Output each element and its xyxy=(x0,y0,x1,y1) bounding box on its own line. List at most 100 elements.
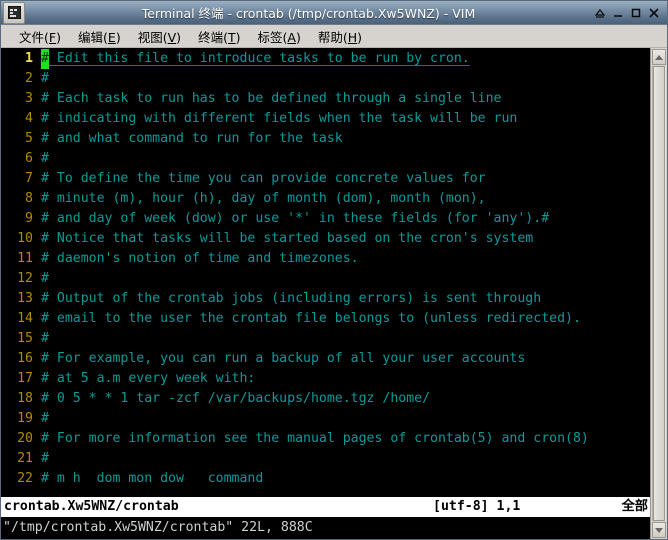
editor-line[interactable]: 19 # xyxy=(1,409,650,429)
line-text: # xyxy=(41,271,49,286)
menu-label-view: 视图 xyxy=(137,29,163,45)
editor-line[interactable]: 9 # and day of week (dow) or use '*' in t… xyxy=(1,209,650,229)
line-text: # Edit this file to introduce tasks to b… xyxy=(33,49,470,69)
editor-line[interactable]: 3 # Each task to run has to be defined th… xyxy=(1,89,650,109)
line-number: 16 xyxy=(17,351,33,366)
menu-item-view[interactable]: 视图(V) xyxy=(130,26,190,47)
line-text: # xyxy=(41,331,49,346)
editor-line[interactable]: 22 # m h dom mon dow command xyxy=(1,469,650,489)
editor-line[interactable]: 13 # Output of the crontab jobs (includin… xyxy=(1,289,650,309)
line-text: # Notice that tasks will be started base… xyxy=(41,231,534,246)
line-text: # and what command to run for the task xyxy=(41,131,343,146)
menu-label-tabs: 标签 xyxy=(257,29,283,45)
menu-item-edit[interactable]: 编辑(E) xyxy=(70,26,130,47)
line-number: 20 xyxy=(17,431,33,446)
menu-mnemonic-view: V xyxy=(167,29,177,45)
editor-line[interactable]: 2 # xyxy=(1,69,650,89)
line-text: # and day of week (dow) or use '*' in th… xyxy=(41,211,550,226)
editor-line[interactable]: 21 # xyxy=(1,449,650,469)
line-number: 15 xyxy=(17,331,33,346)
vim-buffer[interactable]: 1 # Edit this file to introduce tasks to … xyxy=(1,49,650,489)
line-text: # email to the user the crontab file bel… xyxy=(41,311,581,326)
line-number: 18 xyxy=(17,391,33,406)
editor-line[interactable]: 7 # To define the time you can provide co… xyxy=(1,169,650,189)
status-encoding-position: [utf-8] 1,1 xyxy=(433,499,521,514)
text-cursor: # xyxy=(41,49,49,69)
line-number: 21 xyxy=(17,451,33,466)
editor-line[interactable]: 17 # at 5 a.m every week with: xyxy=(1,369,650,389)
editor-line[interactable]: 10 # Notice that tasks will be started ba… xyxy=(1,229,650,249)
line-number: 3 xyxy=(25,91,33,106)
terminal-body: 1 # Edit this file to introduce tasks to … xyxy=(1,48,667,539)
editor-line[interactable]: 6 # xyxy=(1,149,650,169)
menu-label-help: 帮助 xyxy=(317,29,343,45)
line-number: 22 xyxy=(17,471,33,486)
line-number: 6 xyxy=(25,151,33,166)
line-text: # xyxy=(41,71,49,86)
window-title: Terminal 终端 - crontab (/tmp/crontab.Xw5W… xyxy=(141,6,476,21)
line-text: # For more information see the manual pa… xyxy=(41,431,589,446)
status-filename: crontab.Xw5WNZ/crontab xyxy=(4,499,179,514)
line-number: 19 xyxy=(17,411,33,426)
line-number: 4 xyxy=(25,111,33,126)
close-button[interactable] xyxy=(646,5,661,21)
line-number: 1 xyxy=(25,51,33,66)
editor-line[interactable]: 5 # and what command to run for the task xyxy=(1,129,650,149)
vim-status-line: crontab.Xw5WNZ/crontab [utf-8] 1,1 全部 xyxy=(1,496,650,517)
line-text: # daemon's notion of time and timezones. xyxy=(41,251,359,266)
menu-item-file[interactable]: 文件(F) xyxy=(11,26,70,47)
editor-line[interactable]: 1 # Edit this file to introduce tasks to … xyxy=(1,49,650,69)
editor-line[interactable]: 12 # xyxy=(1,269,650,289)
minimize-button[interactable] xyxy=(610,5,625,21)
menu-mnemonic-help: H xyxy=(347,29,358,45)
terminal-window: Terminal 终端 - crontab (/tmp/crontab.Xw5W… xyxy=(0,0,668,540)
line-number: 5 xyxy=(25,131,33,146)
scrollbar-track[interactable] xyxy=(652,66,666,521)
shade-button[interactable] xyxy=(592,5,607,21)
line-text: # To define the time you can provide con… xyxy=(41,171,486,186)
menu-item-tabs[interactable]: 标签(A) xyxy=(250,26,310,47)
line-number: 11 xyxy=(17,251,33,266)
line-text: # xyxy=(41,451,49,466)
line-text: # minute (m), hour (h), day of month (do… xyxy=(41,191,486,206)
editor-line[interactable]: 16 # For example, you can run a backup of… xyxy=(1,349,650,369)
line-number: 13 xyxy=(17,291,33,306)
line-text: # at 5 a.m every week with: xyxy=(41,371,256,386)
scrollbar-thumb[interactable] xyxy=(653,66,665,521)
editor-line[interactable]: 4 # indicating with different fields when… xyxy=(1,109,650,129)
scroll-down-arrow-icon[interactable] xyxy=(652,522,666,538)
line-text: # m h dom mon dow command xyxy=(41,471,264,486)
menu-item-help[interactable]: 帮助(H) xyxy=(310,26,371,47)
line-number: 7 xyxy=(25,171,33,186)
editor-line[interactable]: 15 # xyxy=(1,329,650,349)
line-text: # Each task to run has to be defined thr… xyxy=(41,91,502,106)
menu-mnemonic-edit: E xyxy=(107,29,116,45)
editor-line[interactable]: 14 # email to the user the crontab file b… xyxy=(1,309,650,329)
maximize-button[interactable] xyxy=(628,5,643,21)
vertical-scrollbar[interactable] xyxy=(650,48,667,539)
scroll-up-arrow-icon[interactable] xyxy=(652,49,666,65)
line-number: 2 xyxy=(25,71,33,86)
menu-label-edit: 编辑 xyxy=(78,29,104,45)
editor-line[interactable]: 18 # 0 5 * * 1 tar -zcf /var/backups/home… xyxy=(1,389,650,409)
line-text: # For example, you can run a backup of a… xyxy=(41,351,526,366)
line-number: 8 xyxy=(25,191,33,206)
menu-item-terminal[interactable]: 终端(T) xyxy=(190,26,249,47)
vim-command-line[interactable]: "/tmp/crontab.Xw5WNZ/crontab" 22L, 888C xyxy=(1,517,650,539)
line-number: 17 xyxy=(17,371,33,386)
line-number: 12 xyxy=(17,271,33,286)
window-controls xyxy=(592,5,667,21)
line-text: # xyxy=(41,411,49,426)
editor-line[interactable]: 11 # daemon's notion of time and timezone… xyxy=(1,249,650,269)
line-number: 9 xyxy=(25,211,33,226)
menu-label-terminal: 终端 xyxy=(198,29,224,45)
line-text: # 0 5 * * 1 tar -zcf /var/backups/home.t… xyxy=(41,391,431,406)
vim-editor-area[interactable]: 1 # Edit this file to introduce tasks to … xyxy=(1,48,650,539)
editor-line[interactable]: 8 # minute (m), hour (h), day of month (d… xyxy=(1,189,650,209)
editor-line[interactable]: 20 # For more information see the manual … xyxy=(1,429,650,449)
titlebar[interactable]: Terminal 终端 - crontab (/tmp/crontab.Xw5W… xyxy=(1,1,667,25)
line-text: # Output of the crontab jobs (including … xyxy=(41,291,542,306)
menu-mnemonic-file: F xyxy=(48,29,57,45)
line-text-rest: Edit this file to introduce tasks to be … xyxy=(48,51,470,66)
line-number: 10 xyxy=(17,231,33,246)
